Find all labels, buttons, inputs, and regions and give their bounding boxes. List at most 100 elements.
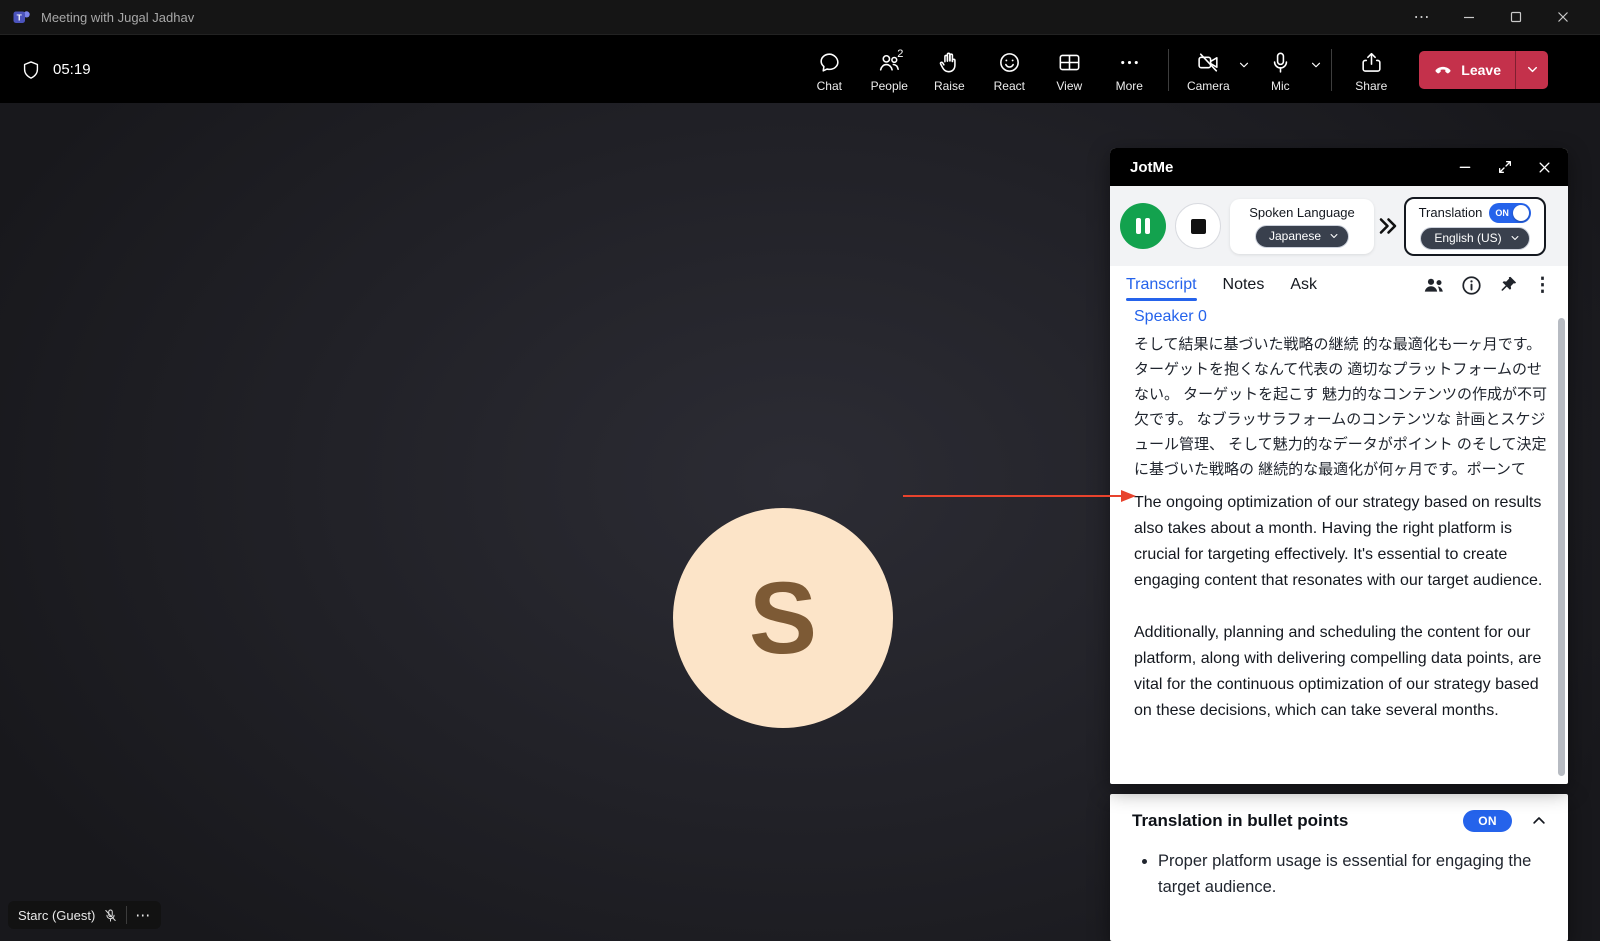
mic-chevron-down-icon[interactable]	[1310, 59, 1322, 71]
jotme-close-icon[interactable]	[1537, 160, 1552, 175]
camera-off-icon	[1196, 50, 1221, 75]
raise-hand-label: Raise	[933, 78, 965, 93]
titlebar-more-button[interactable]: ⋯	[1398, 0, 1445, 34]
view-layout-icon	[1057, 50, 1082, 75]
window-title: Meeting with Jugal Jadhav	[41, 9, 195, 25]
leave-label: Leave	[1461, 61, 1501, 78]
tab-notes[interactable]: Notes	[1223, 268, 1265, 302]
chevron-down-icon	[1511, 235, 1519, 240]
stop-recording-button[interactable]	[1175, 203, 1221, 249]
close-window-icon[interactable]	[1539, 0, 1586, 34]
camera-button[interactable]: Camera	[1178, 47, 1238, 93]
chat-label: Chat	[816, 78, 842, 93]
jotme-panel: JotMe Spoken Language Japanese Translati…	[1110, 148, 1568, 941]
spoken-language-select[interactable]: Japanese	[1254, 224, 1350, 248]
maximize-window-icon[interactable]	[1492, 0, 1539, 34]
jotme-title: JotMe	[1130, 158, 1174, 176]
translation-label: Translation	[1418, 205, 1483, 220]
transcript-japanese: そして結果に基づいた戦略の継続 的な最適化も一ヶ月です。 ターゲットを抱くなんて…	[1134, 336, 1548, 478]
jotme-window-controls	[1457, 159, 1552, 175]
pause-icon	[1136, 218, 1141, 234]
share-button[interactable]: Share	[1341, 47, 1401, 93]
leave-main[interactable]: Leave	[1419, 60, 1515, 80]
jotme-tabs: Transcript Notes Ask ⋮	[1110, 266, 1568, 304]
mic-off-icon	[103, 908, 118, 923]
react-label: React	[993, 78, 1025, 93]
participant-more-button[interactable]: ⋯	[126, 906, 151, 924]
panel-gap	[1110, 784, 1568, 794]
tab-transcript[interactable]: Transcript	[1126, 268, 1197, 302]
speaker-label: Speaker 0	[1134, 308, 1207, 325]
translation-box: Translation ON English (US)	[1404, 196, 1546, 256]
tab-ask[interactable]: Ask	[1290, 268, 1317, 302]
people-button[interactable]: 2 People	[859, 47, 919, 93]
meeting-timer-group: 05:19	[20, 59, 91, 81]
stop-icon	[1190, 218, 1206, 234]
toolbar-divider	[1168, 48, 1170, 91]
translation-arrow	[903, 490, 1136, 502]
bullet-card-title: Translation in bullet points	[1132, 811, 1349, 830]
leave-button[interactable]: Leave	[1419, 50, 1548, 89]
more-label: More	[1115, 78, 1143, 93]
meeting-timer: 05:19	[53, 61, 91, 78]
more-dots-icon	[1117, 50, 1142, 75]
translation-toggle[interactable]: ON	[1489, 202, 1532, 223]
share-label: Share	[1355, 78, 1388, 93]
speakers-icon[interactable]	[1422, 273, 1446, 297]
spoken-language-label: Spoken Language	[1249, 204, 1355, 220]
mic-button[interactable]: Mic	[1250, 47, 1310, 93]
bullet-item: Proper platform usage is essential for e…	[1158, 848, 1548, 900]
teams-logo-icon: T	[12, 7, 32, 27]
mic-group: Mic	[1250, 47, 1322, 93]
react-smiley-icon	[997, 50, 1022, 75]
view-button[interactable]: View	[1039, 47, 1099, 93]
toolbar-divider	[1331, 48, 1333, 91]
shield-icon	[20, 59, 42, 81]
chat-icon	[817, 50, 842, 75]
svg-text:T: T	[17, 12, 23, 22]
people-label: People	[870, 78, 908, 93]
screen: T Meeting with Jugal Jadhav ⋯ 05:19 Chat…	[0, 0, 1600, 941]
transcript-english-p1: The ongoing optimization of our strategy…	[1134, 494, 1543, 589]
minimize-window-icon[interactable]	[1445, 0, 1492, 34]
leave-chevron-down-icon[interactable]	[1516, 51, 1548, 89]
window-titlebar: T Meeting with Jugal Jadhav ⋯	[0, 0, 1600, 35]
target-language-select[interactable]: English (US)	[1420, 226, 1530, 250]
info-icon[interactable]	[1460, 274, 1483, 297]
double-chevron-icon	[1378, 217, 1400, 235]
kebab-menu-icon[interactable]: ⋮	[1533, 276, 1552, 295]
transcript-area: Speaker 0 そして結果に基づいた戦略の継続 的な最適化も一ヶ月です。 タ…	[1110, 304, 1568, 784]
chevron-down-icon	[1330, 233, 1338, 238]
bullet-toggle-pill[interactable]: ON	[1463, 810, 1512, 832]
jotme-header: JotMe	[1110, 148, 1568, 186]
pause-icon	[1145, 218, 1150, 234]
target-language-value: English (US)	[1434, 230, 1502, 245]
participant-name-tag: Starc (Guest) ⋯	[8, 901, 162, 929]
jotme-controls: Spoken Language Japanese Translation ON	[1110, 186, 1568, 266]
react-button[interactable]: React	[979, 47, 1039, 93]
raise-hand-button[interactable]: Raise	[919, 47, 979, 93]
mic-icon	[1268, 50, 1293, 75]
spoken-language-box: Spoken Language Japanese	[1230, 198, 1374, 254]
chat-button[interactable]: Chat	[799, 47, 859, 93]
more-button[interactable]: More	[1099, 47, 1159, 93]
jotme-minimize-icon[interactable]	[1457, 159, 1473, 175]
translation-toggle-state: ON	[1495, 207, 1509, 218]
collapse-chevron-up-icon[interactable]	[1530, 812, 1548, 830]
share-icon	[1359, 50, 1384, 75]
camera-chevron-down-icon[interactable]	[1238, 59, 1250, 71]
window-controls: ⋯	[1398, 0, 1600, 34]
people-count-badge: 2	[897, 47, 904, 60]
mic-label: Mic	[1270, 78, 1290, 93]
bullet-summary-card: Translation in bullet points ON Proper p…	[1110, 794, 1568, 941]
participant-avatar: S	[673, 508, 893, 728]
bullet-list: Proper platform usage is essential for e…	[1142, 848, 1548, 900]
jotme-main-card: JotMe Spoken Language Japanese Translati…	[1110, 148, 1568, 784]
toolbar-buttons: Chat 2 People Raise React View More Came…	[799, 47, 1548, 93]
transcript-english-p2: Additionally, planning and scheduling th…	[1134, 624, 1542, 719]
pin-icon[interactable]	[1497, 274, 1519, 296]
jotme-expand-icon[interactable]	[1497, 159, 1513, 175]
pause-recording-button[interactable]	[1120, 203, 1166, 249]
transcript-scrollbar[interactable]	[1558, 318, 1565, 776]
bullet-card-header: Translation in bullet points ON	[1132, 810, 1548, 832]
